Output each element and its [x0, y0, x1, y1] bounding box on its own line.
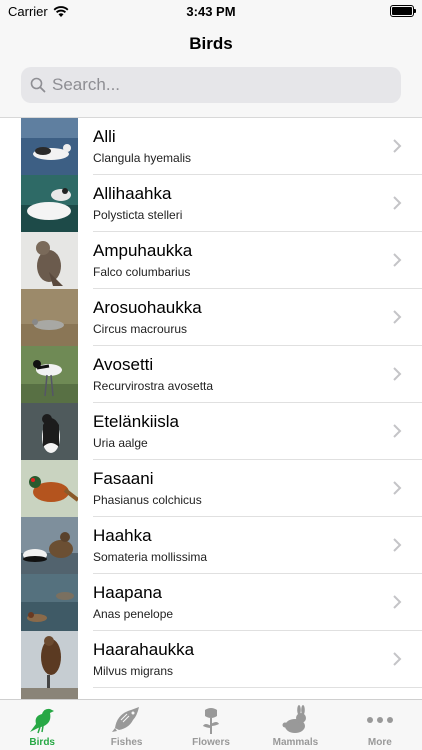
chevron-right-icon	[393, 367, 402, 381]
bird-name: Arosuohaukka	[93, 298, 202, 317]
search-input[interactable]	[52, 75, 382, 95]
flower-icon	[203, 708, 220, 734]
bird-thumbnail	[21, 460, 78, 517]
bird-list[interactable]: Alli Clangula hyemalis Allihaahka Polyst…	[0, 118, 422, 699]
bird-name: Fasaani	[93, 469, 154, 488]
page-title: Birds	[189, 34, 233, 53]
tab-label: Mammals	[272, 737, 319, 748]
bird-thumbnail	[21, 232, 78, 289]
list-item[interactable]: Haahka Somateria mollissima	[0, 517, 422, 574]
rabbit-icon	[282, 705, 307, 733]
fish-icon	[111, 707, 139, 732]
bird-latin-name: Falco columbarius	[93, 265, 191, 279]
chevron-right-icon	[393, 652, 402, 666]
bird-name: Haarahaukka	[93, 640, 195, 659]
chevron-right-icon	[393, 139, 402, 153]
list-item[interactable]: Haapana Anas penelope	[0, 574, 422, 631]
bird-thumbnail	[21, 175, 78, 232]
list-item[interactable]: Alli Clangula hyemalis	[0, 118, 422, 175]
chevron-right-icon	[393, 253, 402, 267]
bird-latin-name: Polysticta stelleri	[93, 208, 183, 222]
tab-label: Birds	[29, 737, 55, 748]
list-item[interactable]: Avosetti Recurvirostra avosetta	[0, 346, 422, 403]
list-item[interactable]: Arosuohaukka Circus macrourus	[0, 289, 422, 346]
bird-name: Haapana	[93, 583, 163, 602]
list-item[interactable]	[0, 688, 422, 699]
bird-name: Alli	[93, 127, 116, 146]
bird-thumbnail	[21, 631, 78, 688]
bird-thumbnail	[21, 688, 78, 699]
battery-icon	[390, 5, 416, 17]
tab-mammals[interactable]: Mammals	[253, 700, 337, 750]
bird-latin-name: Phasianus colchicus	[93, 493, 202, 507]
list-item[interactable]: Haarahaukka Milvus migrans	[0, 631, 422, 688]
tab-bar: Birds Fishes Flowers Mammals More	[0, 699, 422, 750]
status-bar: Carrier 3:43 PM	[0, 0, 422, 22]
bird-thumbnail	[21, 403, 78, 460]
tab-label: More	[367, 737, 392, 748]
search-icon	[30, 77, 46, 93]
list-item[interactable]: Fasaani Phasianus colchicus	[0, 460, 422, 517]
chevron-right-icon	[393, 424, 402, 438]
bird-thumbnail	[21, 289, 78, 346]
bird-name: Avosetti	[93, 355, 154, 374]
bird-name: Haahka	[93, 526, 152, 545]
list-item[interactable]: Allihaahka Polysticta stelleri	[0, 175, 422, 232]
tab-birds[interactable]: Birds	[0, 700, 84, 750]
tab-more[interactable]: More	[338, 700, 422, 750]
chevron-right-icon	[393, 595, 402, 609]
search-bar[interactable]	[21, 67, 401, 103]
chevron-right-icon	[393, 196, 402, 210]
bird-latin-name: Clangula hyemalis	[93, 151, 192, 165]
bird-latin-name: Recurvirostra avosetta	[93, 379, 214, 393]
chevron-right-icon	[393, 481, 402, 495]
bird-name: Ampuhaukka	[93, 241, 193, 260]
more-icon	[366, 717, 393, 723]
tab-fishes[interactable]: Fishes	[84, 700, 168, 750]
bird-latin-name: Somateria mollissima	[93, 550, 208, 564]
bird-latin-name: Uria aalge	[93, 436, 148, 450]
nav-bar: Birds	[0, 22, 422, 118]
bird-thumbnail	[21, 574, 78, 631]
bird-thumbnail	[21, 517, 78, 574]
chevron-right-icon	[393, 310, 402, 324]
bird-thumbnail	[21, 346, 78, 403]
bird-latin-name: Milvus migrans	[93, 664, 174, 678]
list-item[interactable]: Etelänkiisla Uria aalge	[0, 403, 422, 460]
status-time: 3:43 PM	[186, 4, 236, 19]
bird-thumbnail	[21, 118, 78, 175]
bird-latin-name: Circus macrourus	[93, 322, 188, 336]
tab-label: Fishes	[110, 737, 143, 748]
bird-name: Allihaahka	[93, 184, 172, 203]
bird-icon	[30, 708, 55, 734]
bird-name: Etelänkiisla	[93, 412, 179, 431]
list-item[interactable]: Ampuhaukka Falco columbarius	[0, 232, 422, 289]
tab-label: Flowers	[192, 737, 230, 748]
tab-flowers[interactable]: Flowers	[169, 700, 253, 750]
chevron-right-icon	[393, 538, 402, 552]
bird-latin-name: Anas penelope	[93, 607, 174, 621]
